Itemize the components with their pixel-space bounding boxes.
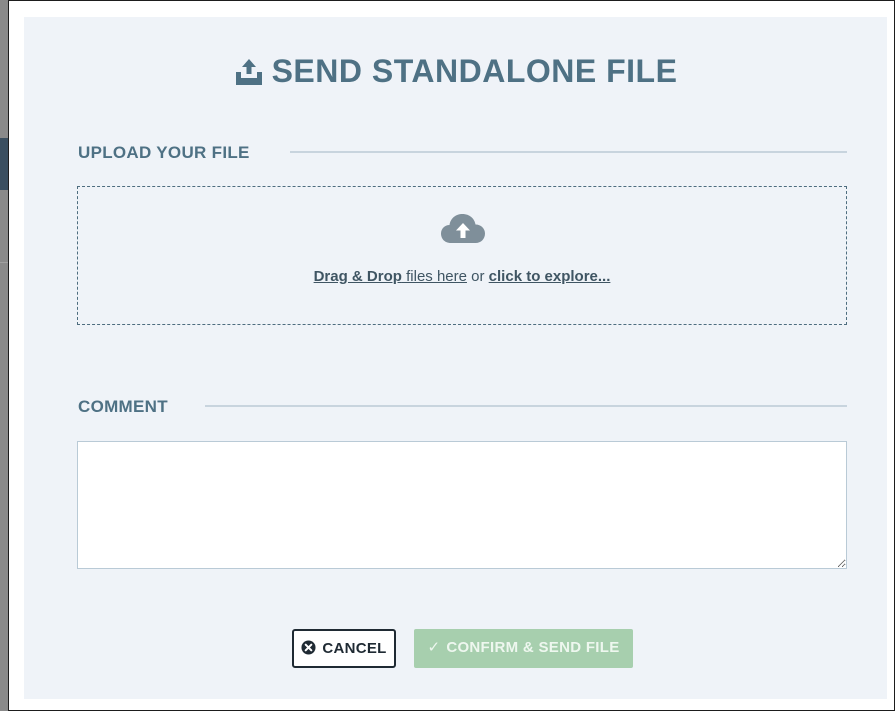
dialog-title: SEND STANDALONE FILE — [24, 51, 887, 91]
comment-section-divider — [205, 405, 847, 407]
upload-section-label: UPLOAD YOUR FILE — [78, 143, 250, 162]
check-icon: ✓ — [427, 639, 441, 656]
dropzone-instructions: Drag & Drop files here or click to explo… — [78, 267, 846, 287]
cancel-button[interactable]: CANCEL — [292, 629, 396, 668]
or-text: or — [466, 268, 489, 285]
files-here-text: files here — [401, 268, 467, 285]
comment-textarea[interactable] — [77, 441, 847, 569]
dialog-title-text: SEND STANDALONE FILE — [271, 53, 678, 89]
click-to-explore-link[interactable]: click to explore... — [489, 268, 611, 285]
file-dropzone[interactable]: Drag & Drop files here or click to explo… — [77, 186, 847, 325]
send-file-dialog: SEND STANDALONE FILE UPLOAD YOUR FILE Dr… — [8, 0, 895, 711]
confirm-send-file-button[interactable]: ✓ CONFIRM & SEND FILE — [414, 629, 633, 668]
comment-section-label: COMMENT — [78, 397, 168, 416]
drag-drop-link[interactable]: Drag & Drop — [314, 268, 402, 285]
confirm-button-label: CONFIRM & SEND FILE — [446, 639, 620, 656]
cloud-upload-icon — [441, 214, 485, 243]
upload-tray-icon — [235, 59, 262, 85]
close-circle-icon — [301, 640, 316, 655]
upload-section-divider — [290, 151, 847, 153]
cancel-button-label: CANCEL — [322, 640, 387, 657]
dialog-panel: SEND STANDALONE FILE UPLOAD YOUR FILE Dr… — [24, 17, 887, 699]
